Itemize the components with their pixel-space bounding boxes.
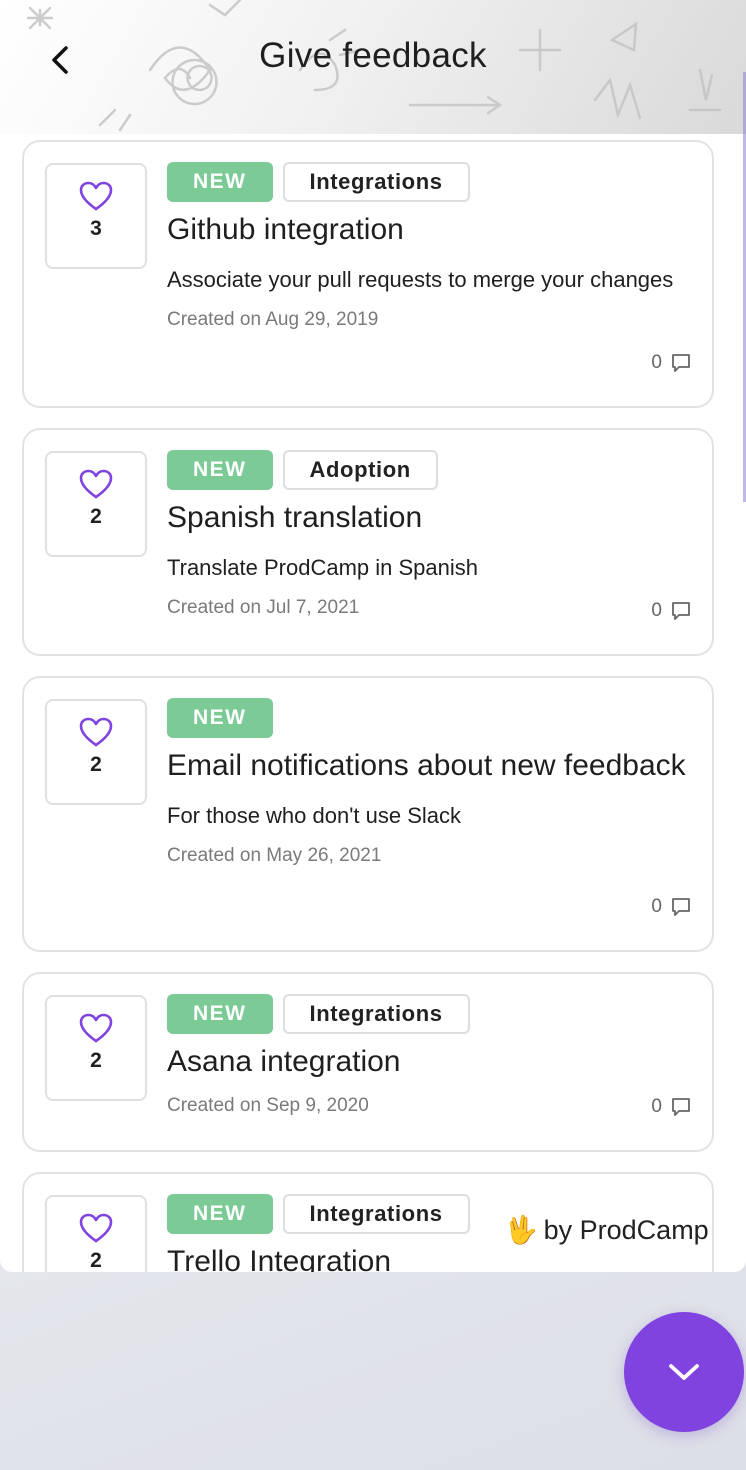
heart-icon	[79, 717, 113, 747]
feedback-card[interactable]: 2 NEW Integrations Asana integration Cre…	[22, 972, 714, 1152]
toggle-widget-button[interactable]	[624, 1312, 744, 1432]
card-content: NEW Adoption Spanish translation Transla…	[167, 450, 690, 622]
feedback-widget: Give feedback 3 NEW Integrations Github …	[0, 0, 746, 1272]
feedback-card[interactable]: 2 NEW Email notifications about new feed…	[22, 676, 714, 952]
vote-count: 2	[90, 505, 102, 528]
vote-button[interactable]: 2	[45, 1195, 147, 1272]
feedback-date: Created on May 26, 2021	[167, 845, 382, 866]
vote-count: 2	[90, 1249, 102, 1272]
category-tag[interactable]: Integrations	[282, 1194, 470, 1234]
card-content: NEW Integrations Github integration Asso…	[167, 162, 690, 334]
comment-icon	[672, 1098, 690, 1116]
feedback-description: Translate ProdCamp in Spanish	[167, 555, 479, 580]
page-title: Give feedback	[259, 36, 487, 75]
tag-row: NEW Integrations	[167, 994, 690, 1034]
vote-count: 2	[90, 753, 102, 776]
feedback-card[interactable]: 2 NEW Adoption Spanish translation Trans…	[22, 428, 714, 656]
feedback-description: For those who don't use Slack	[167, 803, 462, 828]
heart-icon	[79, 469, 113, 499]
vote-count: 3	[90, 217, 102, 240]
heart-icon	[79, 181, 113, 211]
feedback-title: Email notifications about new feedback	[167, 749, 686, 782]
comments-count[interactable]: 0	[651, 896, 692, 918]
feedback-title: Asana integration	[167, 1045, 401, 1078]
vote-count: 2	[90, 1049, 102, 1072]
new-badge: NEW	[167, 1194, 273, 1234]
feedback-date: Created on Sep 9, 2020	[167, 1095, 369, 1116]
new-badge: NEW	[167, 450, 273, 490]
tag-row: NEW Integrations	[167, 162, 690, 202]
new-badge: NEW	[167, 162, 273, 202]
feedback-title: Spanish translation	[167, 501, 423, 534]
new-badge: NEW	[167, 698, 273, 738]
vote-button[interactable]: 3	[45, 163, 147, 269]
comments-count[interactable]: 0	[651, 600, 692, 622]
branding-text: by ProdCamp	[543, 1214, 709, 1245]
tag-row: NEW	[167, 698, 690, 738]
feedback-description: Associate your pull requests to merge yo…	[167, 267, 674, 292]
header: Give feedback	[0, 0, 746, 134]
feedback-list: 3 NEW Integrations Github integration As…	[22, 140, 714, 1272]
comment-count: 0	[651, 1096, 662, 1117]
comment-icon	[672, 602, 690, 620]
card-content: NEW Email notifications about new feedba…	[167, 698, 690, 870]
comment-icon	[672, 898, 690, 916]
feedback-card[interactable]: 3 NEW Integrations Github integration As…	[22, 140, 714, 408]
category-tag[interactable]: Integrations	[282, 994, 470, 1034]
comments-count[interactable]: 0	[651, 352, 692, 374]
vote-button[interactable]: 2	[45, 995, 147, 1101]
vote-button[interactable]: 2	[45, 451, 147, 557]
feedback-title: Github integration	[167, 213, 404, 246]
comment-count: 0	[651, 600, 662, 621]
vote-button[interactable]: 2	[45, 699, 147, 805]
feedback-date: Created on Jul 7, 2021	[167, 597, 360, 618]
heart-icon	[79, 1213, 113, 1243]
vulcan-salute-icon: 🖖	[504, 1215, 538, 1245]
comment-count: 0	[651, 896, 662, 917]
prodcamp-branding[interactable]: 🖖 by ProdCamp	[502, 1214, 709, 1246]
new-badge: NEW	[167, 994, 273, 1034]
card-content: NEW Integrations Asana integration Creat…	[167, 994, 690, 1120]
feedback-date: Created on Aug 29, 2019	[167, 309, 379, 330]
heart-icon	[79, 1013, 113, 1043]
tag-row: NEW Adoption	[167, 450, 690, 490]
category-tag[interactable]: Integrations	[282, 162, 470, 202]
category-tag[interactable]: Adoption	[282, 450, 438, 490]
comments-count[interactable]: 0	[651, 1096, 692, 1118]
comment-icon	[672, 354, 690, 372]
comment-count: 0	[651, 352, 662, 373]
chevron-down-icon	[669, 1364, 699, 1380]
